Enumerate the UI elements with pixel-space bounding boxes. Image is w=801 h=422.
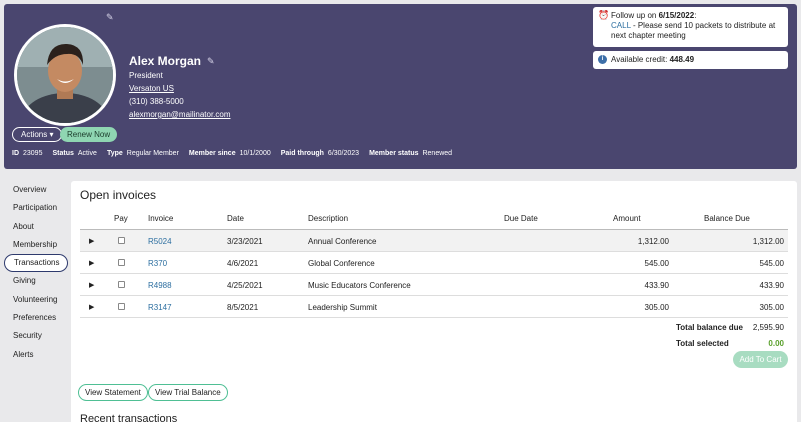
member-meta: ID 23095 Status Active Type Regular Member … <box>12 150 452 157</box>
col-amount: Amount <box>613 214 641 223</box>
invoice-amount: 545.00 <box>644 259 669 268</box>
table-row: ▶ R370 4/6/2021 Global Conference 545.00… <box>80 252 788 274</box>
invoice-link[interactable]: R3147 <box>148 303 172 312</box>
invoice-description: Music Educators Conference <box>308 281 411 290</box>
expand-arrow-icon[interactable]: ▶ <box>89 259 94 267</box>
invoice-balance: 305.00 <box>759 303 784 312</box>
follow-up-colon: : <box>694 11 697 20</box>
meta-type: Type Regular Member <box>106 150 179 157</box>
main-content: Open invoices Pay Invoice Date Descripti… <box>71 181 797 422</box>
view-trial-balance-button[interactable]: View Trial Balance <box>148 384 228 401</box>
pay-checkbox[interactable] <box>118 281 125 290</box>
invoice-link[interactable]: R4988 <box>148 281 172 290</box>
col-date: Date <box>227 214 244 223</box>
sidebar-item-alerts[interactable]: Alerts <box>4 346 68 364</box>
pay-checkbox[interactable] <box>118 237 125 246</box>
col-invoice: Invoice <box>148 214 174 223</box>
expand-arrow-icon[interactable]: ▶ <box>89 281 94 289</box>
table-row: ▶ R5024 3/23/2021 Annual Conference 1,31… <box>80 230 788 252</box>
follow-up-panel: ⏰ Follow up on 6/15/2022: CALL - Please … <box>593 7 788 47</box>
invoice-amount: 1,312.00 <box>637 237 669 246</box>
member-name: Alex Morgan <box>129 54 202 68</box>
col-due-date: Due Date <box>504 214 538 223</box>
expand-arrow-icon[interactable]: ▶ <box>89 303 94 311</box>
sidebar-item-giving[interactable]: Giving <box>4 272 68 290</box>
follow-up-text: - Please send 10 packets to distribute a… <box>611 21 776 40</box>
invoice-link[interactable]: R370 <box>148 259 167 268</box>
sidebar-item-security[interactable]: Security <box>4 327 68 345</box>
pay-checkbox[interactable] <box>118 259 125 268</box>
credit-value: 448.49 <box>669 55 695 64</box>
recent-transactions-title: Recent transactions <box>80 413 178 422</box>
avatar <box>17 27 113 123</box>
sidebar-item-membership[interactable]: Membership <box>4 236 68 254</box>
total-selected-label: Total selected <box>676 339 729 348</box>
invoice-balance: 1,312.00 <box>752 237 784 246</box>
open-invoices-title: Open invoices <box>80 188 157 202</box>
invoice-table-header: Pay Invoice Date Description Due Date Am… <box>80 213 788 230</box>
invoice-date: 3/23/2021 <box>227 237 263 246</box>
available-credit-panel: i Available credit: 448.49 <box>593 51 788 69</box>
alarm-clock-icon: ⏰ <box>598 10 610 20</box>
caret-down-icon: ▾ <box>49 130 54 139</box>
phone-number: (310) 388-5000 <box>129 97 184 106</box>
follow-up-call-link[interactable]: CALL <box>611 21 631 30</box>
meta-member-status: Member status Renewed <box>369 150 453 157</box>
col-pay: Pay <box>114 214 128 223</box>
sidebar-nav: Overview Participation About Membership … <box>4 181 68 364</box>
invoice-balance: 433.90 <box>759 281 784 290</box>
view-statement-button[interactable]: View Statement <box>78 384 148 401</box>
invoice-description: Leadership Summit <box>308 303 377 312</box>
meta-paid-through: Paid through 6/30/2023 <box>280 150 360 157</box>
follow-up-date: 6/15/2022 <box>658 11 695 20</box>
add-to-cart-button[interactable]: Add To Cart <box>733 351 788 368</box>
table-row: ▶ R4988 4/25/2021 Music Educators Confer… <box>80 274 788 296</box>
renew-now-button[interactable]: Renew Now <box>60 127 118 142</box>
invoice-date: 8/5/2021 <box>227 303 259 312</box>
sidebar-item-preferences[interactable]: Preferences <box>4 309 68 327</box>
col-balance-due: Balance Due <box>704 214 750 223</box>
expand-arrow-icon[interactable]: ▶ <box>89 237 94 245</box>
total-selected-value: 0.00 <box>768 339 784 348</box>
invoice-date: 4/25/2021 <box>227 281 263 290</box>
follow-up-prefix: Follow up on <box>611 11 659 20</box>
sidebar-item-overview[interactable]: Overview <box>4 181 68 199</box>
invoice-description: Annual Conference <box>308 237 377 246</box>
info-icon: i <box>598 55 607 64</box>
sidebar-item-about[interactable]: About <box>4 218 68 236</box>
organization-link[interactable]: Versaton US <box>129 84 174 93</box>
meta-member-since: Member since 10/1/2000 <box>188 150 271 157</box>
invoice-link[interactable]: R5024 <box>148 237 172 246</box>
total-balance-label: Total balance due <box>676 323 743 332</box>
invoice-amount: 305.00 <box>644 303 669 312</box>
credit-label: Available credit: <box>611 55 670 64</box>
invoice-description: Global Conference <box>308 259 375 268</box>
table-row: ▶ R3147 8/5/2021 Leadership Summit 305.0… <box>80 296 788 318</box>
actions-label: Actions <box>21 130 48 139</box>
sidebar-item-participation[interactable]: Participation <box>4 199 68 217</box>
total-balance-value: 2,595.90 <box>752 323 784 332</box>
avatar-frame <box>14 24 116 126</box>
meta-status: Status Active <box>52 150 97 157</box>
sidebar-item-transactions[interactable]: Transactions <box>4 254 68 273</box>
meta-id: ID 23095 <box>12 150 43 157</box>
sidebar-item-volunteering[interactable]: Volunteering <box>4 291 68 309</box>
edit-name-pencil-icon[interactable]: ✎ <box>207 56 215 67</box>
actions-dropdown-button[interactable]: Actions ▾ <box>12 127 63 142</box>
pay-checkbox[interactable] <box>118 303 125 312</box>
col-description: Description <box>308 214 349 223</box>
avatar-photo <box>17 27 113 123</box>
edit-photo-pencil-icon[interactable]: ✎ <box>106 12 114 23</box>
invoice-amount: 433.90 <box>644 281 669 290</box>
invoice-date: 4/6/2021 <box>227 259 259 268</box>
member-title: President <box>129 71 163 80</box>
email-link[interactable]: alexmorgan@mailinator.com <box>129 110 231 119</box>
invoice-balance: 545.00 <box>759 259 784 268</box>
